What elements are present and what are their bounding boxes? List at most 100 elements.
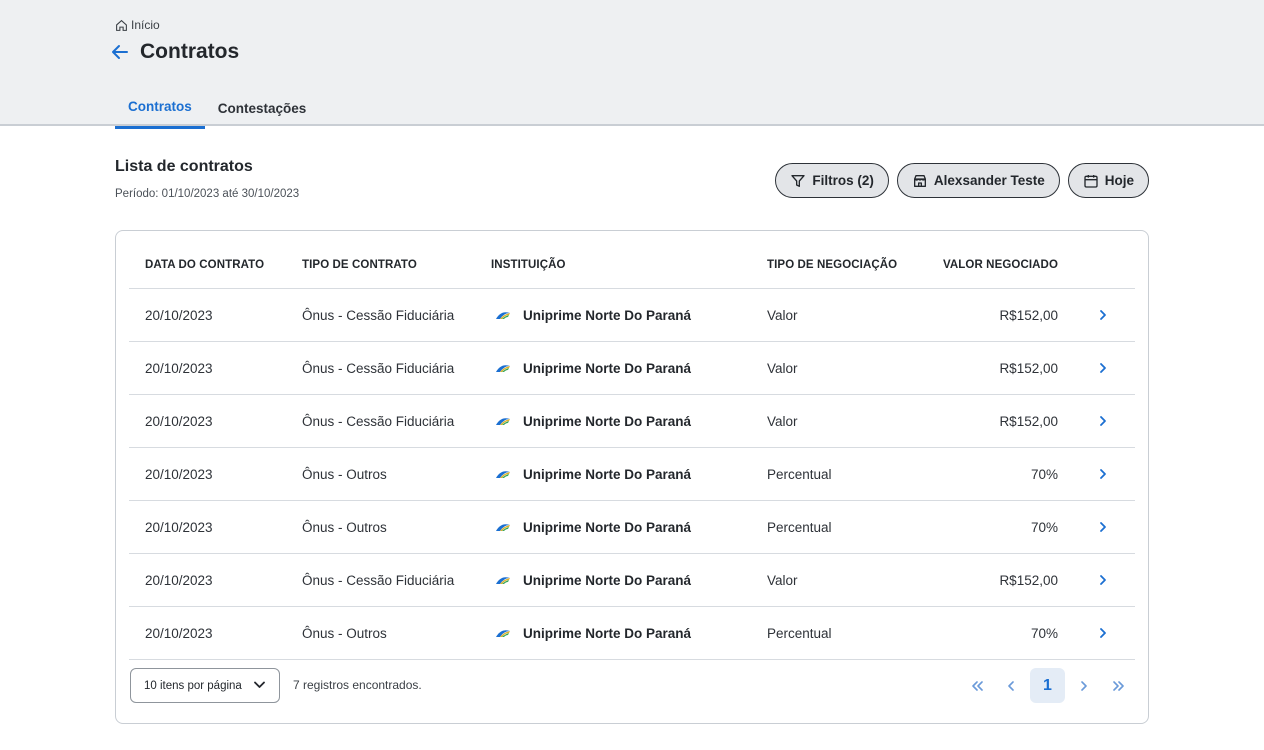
row-details-button[interactable] <box>1097 607 1109 659</box>
uniprime-logo-icon <box>496 471 510 478</box>
list-header: Lista de contratos Período: 01/10/2023 a… <box>115 158 299 200</box>
cell-negotiation-type: Percentual <box>767 519 832 535</box>
row-details-button[interactable] <box>1097 289 1109 341</box>
date-button[interactable]: Hoje <box>1067 163 1149 198</box>
filters-label: Filtros (2) <box>812 173 874 188</box>
last-page-button[interactable] <box>1101 668 1135 703</box>
cell-negotiation-type: Valor <box>767 572 798 588</box>
pagination: 1 <box>960 668 1135 703</box>
institution-name: Uniprime Norte Do Paraná <box>523 466 692 482</box>
uniprime-logo-icon <box>496 312 510 319</box>
row-details-button[interactable] <box>1097 554 1109 606</box>
row-details-button[interactable] <box>1097 395 1109 447</box>
table-footer: 10 itens por página 7 registros encontra… <box>130 668 1135 704</box>
per-page-select[interactable]: 10 itens por página <box>130 668 280 703</box>
row-details-button[interactable] <box>1097 501 1109 553</box>
page-title: Contratos <box>140 40 240 63</box>
breadcrumb-label: Início <box>131 18 160 32</box>
page-number-button[interactable]: 1 <box>1030 668 1065 703</box>
tabs: Contratos Contestações <box>115 92 319 129</box>
next-page-button[interactable] <box>1067 668 1101 703</box>
date-label: Hoje <box>1104 173 1134 188</box>
cell-contract-type: Ônus - Cessão Fiduciária <box>302 572 455 588</box>
page-header: Início Contratos Contratos Contestações <box>0 0 1264 129</box>
cell-institution: Uniprime Norte Do Paraná <box>495 448 691 500</box>
cell-date: 20/10/2023 <box>145 307 213 323</box>
arrow-left-icon <box>112 45 128 59</box>
list-title: Lista de contratos <box>115 158 253 175</box>
chevron-left-icon <box>1008 680 1014 691</box>
chevron-right-icon <box>1100 522 1106 532</box>
chevron-right-icon <box>1100 469 1106 479</box>
cell-value: R$152,00 <box>999 307 1058 323</box>
back-button[interactable] <box>110 40 130 64</box>
institution-name: Uniprime Norte Do Paraná <box>523 360 692 376</box>
chevron-right-icon <box>1100 575 1106 585</box>
cell-date: 20/10/2023 <box>145 360 213 376</box>
cell-institution: Uniprime Norte Do Paraná <box>495 501 691 553</box>
user-select-button[interactable]: Alexsander Teste <box>896 163 1060 198</box>
filter-icon <box>791 174 806 187</box>
table-row[interactable]: 20/10/2023 Ônus - Outros Uniprime Norte Do… <box>129 501 1135 554</box>
cell-negotiation-type: Valor <box>767 307 798 323</box>
cell-value: R$152,00 <box>999 572 1058 588</box>
chevron-right-icon <box>1100 628 1106 638</box>
table-row[interactable]: 20/10/2023 Ônus - Cessão Fiduciária Unipri… <box>129 342 1135 395</box>
uniprime-logo-icon <box>496 524 510 531</box>
title-row: Contratos <box>110 40 239 64</box>
table-row[interactable]: 20/10/2023 Ônus - Outros Uniprime Norte Do… <box>129 607 1135 660</box>
table-row[interactable]: 20/10/2023 Ônus - Cessão Fiduciária Unipri… <box>129 289 1135 342</box>
cell-value: R$152,00 <box>999 413 1058 429</box>
prev-page-button[interactable] <box>994 668 1028 703</box>
cell-value: R$152,00 <box>999 360 1058 376</box>
first-page-button[interactable] <box>960 668 994 703</box>
table-row[interactable]: 20/10/2023 Ônus - Outros Uniprime Norte Do… <box>129 448 1135 501</box>
cell-date: 20/10/2023 <box>145 413 213 429</box>
cell-institution: Uniprime Norte Do Paraná <box>495 554 691 606</box>
calendar-icon <box>1084 174 1098 188</box>
cell-negotiation-type: Percentual <box>767 466 832 482</box>
cell-date: 20/10/2023 <box>145 572 213 588</box>
home-icon <box>116 19 127 31</box>
tab-contratos[interactable]: Contratos <box>115 92 205 129</box>
chevron-right-icon <box>1081 680 1087 691</box>
row-details-button[interactable] <box>1097 448 1109 500</box>
contracts-table-card: DATA DO CONTRATO TIPO DE CONTRATO INSTIT… <box>115 230 1149 724</box>
chevron-right-icon <box>1100 363 1106 373</box>
cell-date: 20/10/2023 <box>145 519 213 535</box>
cell-date: 20/10/2023 <box>145 625 213 641</box>
user-label: Alexsander Teste <box>933 173 1045 188</box>
table-row[interactable]: 20/10/2023 Ônus - Cessão Fiduciária Unipri… <box>129 395 1135 448</box>
table-row[interactable]: 20/10/2023 Ônus - Cessão Fiduciária Unipri… <box>129 554 1135 607</box>
breadcrumb[interactable]: Início <box>115 18 160 32</box>
cell-contract-type: Ônus - Cessão Fiduciária <box>302 413 455 429</box>
cell-value: 70% <box>1030 519 1058 535</box>
header-type: TIPO DE CONTRATO <box>302 259 417 271</box>
store-icon <box>913 174 926 187</box>
uniprime-logo-icon <box>496 577 510 584</box>
table-header: DATA DO CONTRATO TIPO DE CONTRATO INSTIT… <box>129 231 1135 289</box>
cell-institution: Uniprime Norte Do Paraná <box>495 289 691 341</box>
chevron-right-icon <box>1100 416 1106 426</box>
cell-contract-type: Ônus - Outros <box>302 625 387 641</box>
header-institution: INSTITUIÇÃO <box>491 259 566 271</box>
cell-date: 20/10/2023 <box>145 466 213 482</box>
chevron-right-icon <box>1100 310 1106 320</box>
cell-negotiation-type: Valor <box>767 413 798 429</box>
institution-name: Uniprime Norte Do Paraná <box>523 413 692 429</box>
institution-name: Uniprime Norte Do Paraná <box>523 625 692 641</box>
chevrons-right-icon <box>1112 680 1124 691</box>
row-details-button[interactable] <box>1097 342 1109 394</box>
tab-contestacoes[interactable]: Contestações <box>205 92 320 129</box>
cell-contract-type: Ônus - Outros <box>302 519 387 535</box>
cell-institution: Uniprime Norte Do Paraná <box>495 395 691 447</box>
filters-button[interactable]: Filtros (2) <box>775 163 889 198</box>
cell-value: 70% <box>1030 466 1058 482</box>
cell-contract-type: Ônus - Outros <box>302 466 387 482</box>
chevron-down-icon <box>254 681 265 688</box>
institution-name: Uniprime Norte Do Paraná <box>523 572 692 588</box>
header-negotiation: TIPO DE NEGOCIAÇÃO <box>767 259 898 271</box>
cell-institution: Uniprime Norte Do Paraná <box>495 607 691 659</box>
cell-negotiation-type: Valor <box>767 360 798 376</box>
cell-value: 70% <box>1030 625 1058 641</box>
